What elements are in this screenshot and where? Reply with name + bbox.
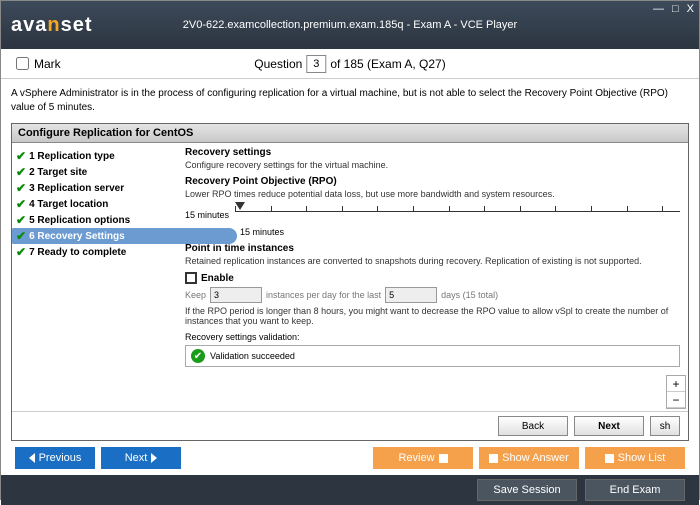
keep-label: Keep <box>185 290 206 300</box>
question-label: Question <box>254 57 302 71</box>
next-button[interactable]: Next <box>574 416 644 436</box>
rpo-desc: Lower RPO times reduce potential data lo… <box>185 189 680 199</box>
rpo-slider-row: 15 minutes <box>185 205 680 225</box>
rpo-heading: Recovery Point Objective (RPO) <box>185 176 680 187</box>
zoom-controls: + − <box>666 375 686 409</box>
footer-bar: Save Session End Exam <box>1 475 699 505</box>
mark-label: Mark <box>34 57 61 71</box>
logo-accent: n <box>47 14 60 36</box>
enable-row: Enable <box>185 272 680 284</box>
success-icon: ✔ <box>191 349 205 363</box>
zoom-in-button[interactable]: + <box>667 376 685 392</box>
nav-bar: Previous Next Review Show Answer Show Li… <box>1 441 699 475</box>
arrow-left-icon <box>29 453 35 463</box>
pit-heading: Point in time instances <box>185 243 680 254</box>
check-icon: ✔ <box>16 197 26 211</box>
step-replication-options[interactable]: ✔5 Replication options <box>12 212 177 228</box>
logo: avanset <box>11 14 93 37</box>
step-recovery-settings[interactable]: ✔6 Recovery Settings <box>12 228 237 244</box>
slider-min-label: 15 minutes <box>185 210 229 220</box>
check-icon: ✔ <box>16 245 26 259</box>
config-panel: Configure Replication for CentOS ✔1 Repl… <box>11 123 689 441</box>
square-icon <box>489 454 498 463</box>
question-text: A vSphere Administrator is in the proces… <box>1 79 699 123</box>
slider-value: 15 minutes <box>240 227 680 237</box>
mark-checkbox[interactable] <box>16 57 29 70</box>
days-end-label: days (15 total) <box>441 290 498 300</box>
rpo-note: If the RPO period is longer than 8 hours… <box>185 306 680 326</box>
recovery-settings-heading: Recovery settings <box>185 147 680 158</box>
question-number-input[interactable] <box>306 55 326 73</box>
instances-input[interactable] <box>210 287 262 303</box>
end-exam-button[interactable]: End Exam <box>585 479 685 501</box>
validation-label: Recovery settings validation: <box>185 332 680 342</box>
inst-mid-label: instances per day for the last <box>266 290 381 300</box>
check-icon: ✔ <box>16 181 26 195</box>
rpo-slider[interactable] <box>235 211 680 225</box>
save-session-button[interactable]: Save Session <box>477 479 577 501</box>
close-icon[interactable]: X <box>687 3 694 15</box>
show-answer-button[interactable]: Show Answer <box>479 447 579 469</box>
question-bar: Mark Question of 185 (Exam A, Q27) <box>1 49 699 79</box>
enable-checkbox[interactable] <box>185 272 197 284</box>
slider-thumb-icon[interactable] <box>235 202 245 210</box>
step-ready[interactable]: ✔7 Ready to complete <box>12 244 177 260</box>
step-replication-type[interactable]: ✔1 Replication type <box>12 148 177 164</box>
check-icon: ✔ <box>16 149 26 163</box>
logo-part: set <box>61 14 93 36</box>
logo-part: ava <box>11 14 47 36</box>
back-button[interactable]: Back <box>498 416 568 436</box>
minimize-icon[interactable]: ― <box>653 3 664 15</box>
panel-content: Recovery settings Configure recovery set… <box>177 143 688 411</box>
show-list-button[interactable]: Show List <box>585 447 685 469</box>
instances-row: Keep instances per day for the last days… <box>185 287 680 303</box>
check-icon: ✔ <box>16 229 26 243</box>
validation-message: Validation succeeded <box>210 351 295 361</box>
wizard-steps: ✔1 Replication type ✔2 Target site ✔3 Re… <box>12 143 177 411</box>
step-replication-server[interactable]: ✔3 Replication server <box>12 180 177 196</box>
check-icon: ✔ <box>16 213 26 227</box>
nav-next-button[interactable]: Next <box>101 447 181 469</box>
panel-title: Configure Replication for CentOS <box>12 124 688 143</box>
window-controls: ― □ X <box>653 3 694 15</box>
zoom-out-button[interactable]: − <box>667 392 685 408</box>
square-icon <box>605 454 614 463</box>
square-icon <box>439 454 448 463</box>
review-button[interactable]: Review <box>373 447 473 469</box>
window-title: 2V0-622.examcollection.premium.exam.185q… <box>183 19 517 31</box>
recovery-settings-desc: Configure recovery settings for the virt… <box>185 160 680 170</box>
question-total: of 185 (Exam A, Q27) <box>330 57 445 71</box>
maximize-icon[interactable]: □ <box>672 3 679 15</box>
arrow-right-icon <box>151 453 157 463</box>
validation-box: ✔ Validation succeeded <box>185 345 680 367</box>
previous-button[interactable]: Previous <box>15 447 95 469</box>
title-bar: avanset 2V0-622.examcollection.premium.e… <box>1 1 699 49</box>
check-icon: ✔ <box>16 165 26 179</box>
days-input[interactable] <box>385 287 437 303</box>
step-target-location[interactable]: ✔4 Target location <box>12 196 177 212</box>
sh-button[interactable]: sh <box>650 416 680 436</box>
panel-footer: Back Next sh <box>12 411 688 440</box>
question-indicator: Question of 185 (Exam A, Q27) <box>254 55 445 73</box>
step-target-site[interactable]: ✔2 Target site <box>12 164 177 180</box>
pit-desc: Retained replication instances are conve… <box>185 256 680 266</box>
enable-label: Enable <box>201 273 234 284</box>
